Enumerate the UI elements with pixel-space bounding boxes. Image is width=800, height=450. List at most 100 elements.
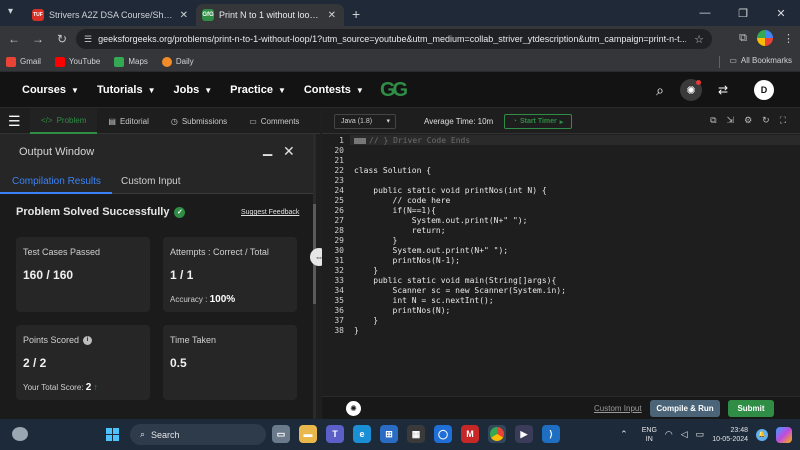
bookmark-divider — [719, 56, 720, 68]
close-icon[interactable]: ✕ — [283, 143, 295, 160]
card-label: Test Cases Passed — [23, 247, 101, 257]
tab-submissions[interactable]: ◷ Submissions — [160, 108, 238, 134]
tab-close-icon[interactable]: ✕ — [180, 10, 188, 21]
copilot-icon[interactable] — [776, 426, 792, 443]
alexa-icon[interactable]: ◯ — [434, 425, 452, 443]
bookmark-gmail[interactable]: Gmail — [6, 56, 41, 67]
bookmark-maps[interactable]: Maps — [114, 56, 148, 67]
tab-label: Submissions — [181, 116, 228, 126]
profile-icon[interactable] — [757, 30, 773, 46]
hint-bulb-icon[interactable]: ✺ — [346, 401, 361, 416]
play-icon: ▸ — [559, 118, 564, 126]
taskbar-search[interactable]: ⌕ Search — [130, 424, 266, 445]
wifi-icon[interactable]: ◠ — [665, 429, 673, 440]
notification-icon[interactable]: 🔔 — [756, 428, 768, 441]
custom-input-button[interactable]: Custom Input — [594, 404, 642, 413]
browser-tab-strip: ▾ TUF Strivers A2Z DSA Course/Sheet ✕ Gf… — [0, 0, 800, 26]
fullscreen-icon[interactable]: ⛶ — [780, 115, 786, 126]
chrome-icon[interactable] — [488, 425, 506, 443]
reload-icon[interactable]: ↻ — [52, 32, 72, 46]
timer-icon: ◔ — [512, 118, 517, 125]
minimize-icon[interactable]: — — [686, 7, 724, 19]
forward-icon[interactable]: → — [28, 32, 48, 46]
tab-custom-input[interactable]: Custom Input — [121, 176, 180, 187]
nav-courses[interactable]: Courses ▼ — [22, 84, 79, 96]
line-number: 26 — [334, 206, 344, 215]
all-bookmarks[interactable]: ▭ All Bookmarks — [729, 56, 792, 65]
nav-contests[interactable]: Contests ▼ — [304, 84, 364, 96]
browser-tab-gfg[interactable]: GfG Print N to 1 without loop | Practice… — [196, 4, 344, 26]
language-select[interactable]: Java (1.8) ▾ — [334, 114, 396, 129]
weather-icon[interactable] — [12, 427, 28, 441]
export-icon[interactable]: ⇲ — [727, 115, 735, 126]
tab-editorial[interactable]: ▤ Editorial — [97, 108, 159, 134]
extensions-icon[interactable]: ⧉ — [739, 32, 747, 45]
tab-problem[interactable]: </> Problem — [30, 108, 98, 134]
nav-tutorials[interactable]: Tutorials ▼ — [97, 84, 156, 96]
switch-view-icon[interactable]: ⇄ — [718, 83, 728, 97]
gfg-logo[interactable]: GG — [380, 80, 408, 100]
back-icon[interactable]: ← — [4, 32, 24, 46]
info-icon[interactable]: i — [83, 335, 93, 345]
output-scrollbar[interactable] — [313, 134, 316, 419]
theme-toggle-icon[interactable]: ✺ — [679, 79, 702, 101]
site-info-icon[interactable]: ☰ — [84, 34, 92, 45]
task-view-icon[interactable]: ▭ — [272, 425, 290, 443]
browser-toolbar: ← → ↻ ☰ geeksforgeeks.org/problems/print… — [0, 26, 800, 52]
status-message: Problem Solved Successfully ✓ — [16, 206, 186, 218]
code-line: System.out.print(N+" "); — [354, 216, 528, 225]
browser-tab-strivers[interactable]: TUF Strivers A2Z DSA Course/Sheet ✕ — [26, 4, 196, 26]
youtube-icon — [54, 56, 65, 67]
bookmark-youtube[interactable]: YouTube — [54, 56, 100, 67]
new-tab-icon[interactable]: + — [352, 4, 360, 26]
submit-button[interactable]: Submit — [728, 400, 774, 417]
tab-close-icon[interactable]: ✕ — [328, 10, 336, 21]
copy-icon[interactable]: ⧉ — [710, 115, 716, 126]
tab-search-icon[interactable]: ▾ — [8, 6, 13, 17]
search-icon[interactable]: ⌕ — [656, 82, 664, 99]
fold-marker-icon[interactable] — [354, 137, 366, 144]
nav-practice[interactable]: Practice ▼ — [230, 84, 286, 96]
edge-icon[interactable]: e — [353, 425, 371, 443]
hamburger-menu-icon[interactable]: ☰ — [8, 113, 21, 130]
chevron-up-icon[interactable]: ⌃ — [620, 429, 628, 440]
vscode-icon[interactable]: ⟩ — [542, 425, 560, 443]
nav-jobs[interactable]: Jobs ▼ — [174, 84, 213, 96]
language-indicator[interactable]: ENG IN — [642, 426, 657, 444]
start-timer-button[interactable]: ◔ Start Timer ▸ — [504, 114, 572, 129]
volume-icon[interactable]: ◁ — [681, 429, 688, 440]
restore-icon[interactable]: ❐ — [724, 7, 762, 20]
line-number: 34 — [334, 286, 344, 295]
settings-icon[interactable]: ⚙ — [744, 115, 752, 126]
clock[interactable]: 23:48 10-05-2024 — [712, 426, 748, 444]
suggest-feedback-link[interactable]: Suggest Feedback — [241, 209, 299, 216]
tab-comments[interactable]: ▭ Comments — [238, 108, 310, 134]
battery-icon[interactable]: ▭ — [696, 429, 705, 440]
windows-start-icon[interactable] — [106, 428, 119, 441]
window-close-icon[interactable]: ✕ — [762, 7, 800, 20]
browser-menu-icon[interactable]: ⋮ — [783, 32, 794, 45]
line-number: 30 — [334, 246, 344, 255]
editor-toolbar: Java (1.8) ▾ Average Time: 10m ◔ Start T… — [322, 108, 800, 134]
store-icon[interactable]: ⊞ — [380, 425, 398, 443]
editor-actions: ⧉ ⇲ ⚙ ↻ ⛶ — [710, 115, 786, 126]
tab-compilation-results[interactable]: Compilation Results — [12, 176, 101, 187]
mcafee-icon[interactable]: M — [461, 425, 479, 443]
code-line: public static void printNos(int N) { — [354, 186, 547, 195]
code-editor[interactable]: // } Driver Code Ends class Solution { p… — [350, 134, 800, 396]
avatar[interactable]: D — [754, 80, 774, 100]
bookmark-star-icon[interactable]: ☆ — [694, 33, 704, 46]
address-bar[interactable]: ☰ geeksforgeeks.org/problems/print-n-to-… — [76, 29, 712, 49]
accuracy: Accuracy : 100% — [170, 294, 235, 305]
reset-icon[interactable]: ↻ — [762, 115, 770, 126]
line-number: 35 — [334, 296, 344, 305]
minimize-icon[interactable]: ▁ — [263, 142, 272, 156]
document-icon: ▤ — [108, 116, 116, 126]
compile-run-button[interactable]: Compile & Run — [650, 400, 720, 417]
teams-icon[interactable]: T — [326, 425, 344, 443]
app-grid-icon[interactable]: ▦ — [407, 425, 425, 443]
points-label: Points Scored — [23, 335, 80, 345]
media-player-icon[interactable]: ▶ — [515, 425, 533, 443]
bookmark-daily[interactable]: Daily — [161, 56, 194, 67]
file-explorer-icon[interactable]: ▬ — [299, 425, 317, 443]
